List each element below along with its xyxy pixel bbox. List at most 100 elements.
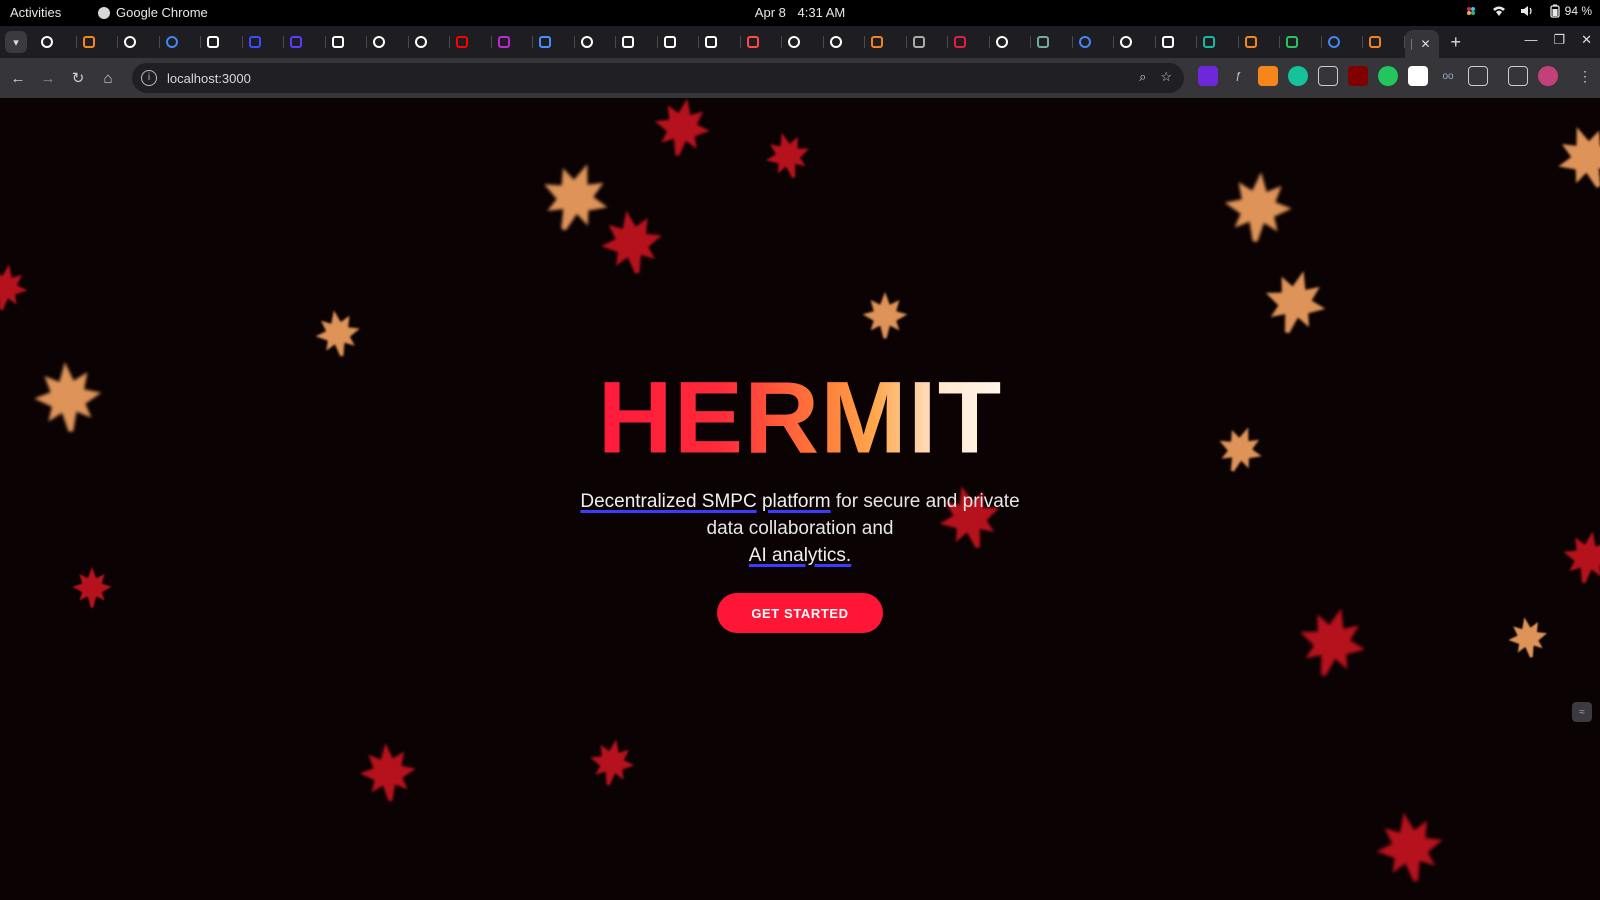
w-icon: [331, 36, 344, 48]
maple-leaf-icon: [862, 292, 908, 339]
close-window-icon[interactable]: ✕: [1581, 32, 1592, 48]
kebab-menu-icon[interactable]: ⋮: [1578, 68, 1592, 85]
arrow-right-icon: →: [40, 69, 56, 87]
back-button[interactable]: ←: [4, 64, 32, 92]
maple-leaf-icon: [359, 743, 416, 802]
tab[interactable]: [201, 30, 243, 54]
extension-purple-icon[interactable]: [1198, 66, 1218, 86]
google-icon: [165, 36, 178, 48]
extension-green-icon[interactable]: [1378, 66, 1398, 86]
tagline-link-smpc[interactable]: Decentralized SMPC: [580, 491, 756, 512]
get-started-button[interactable]: GET STARTED: [717, 593, 883, 633]
tab[interactable]: [699, 30, 741, 54]
triangle-icon: [705, 36, 717, 48]
tab[interactable]: [1197, 30, 1239, 54]
address-text[interactable]: localhost:3000: [167, 71, 251, 86]
forward-button[interactable]: →: [34, 64, 62, 92]
tab-search-button[interactable]: ▾: [5, 31, 27, 53]
github-icon: [124, 36, 136, 48]
tab[interactable]: [990, 30, 1032, 54]
zoom-icon[interactable]: ⌕: [1139, 69, 1146, 85]
tab[interactable]: [1073, 30, 1115, 54]
tab[interactable]: [450, 30, 492, 54]
tab[interactable]: [243, 30, 285, 54]
github-icon: [829, 36, 842, 48]
tab[interactable]: [533, 30, 575, 54]
m-circle-icon: [1203, 36, 1215, 48]
tab[interactable]: [865, 30, 907, 54]
maple-leaf-icon: [601, 210, 662, 274]
restore-icon[interactable]: ❐: [1553, 32, 1565, 48]
tab[interactable]: [1114, 30, 1156, 54]
grammarly-icon[interactable]: [1288, 66, 1308, 86]
extension-grid-icon[interactable]: [1408, 66, 1428, 86]
tab[interactable]: [1322, 30, 1364, 54]
maple-leaf-icon: [1376, 812, 1443, 882]
tagline-link-platform[interactable]: platform: [762, 491, 831, 512]
bookmark-star-icon[interactable]: ☆: [1160, 69, 1172, 85]
tab[interactable]: [658, 30, 700, 54]
doc-icon: [746, 36, 759, 48]
tab[interactable]: [907, 30, 949, 54]
tab[interactable]: [118, 30, 160, 54]
tab[interactable]: [284, 30, 326, 54]
reload-icon: ↻: [71, 70, 85, 87]
photo-icon: [539, 36, 551, 48]
tab[interactable]: [741, 30, 783, 54]
tab[interactable]: [824, 30, 866, 54]
w-icon: [1286, 36, 1298, 48]
dots-icon: [622, 36, 634, 48]
tab[interactable]: [575, 30, 617, 54]
maple-leaf-icon: [654, 98, 710, 156]
site-info-icon[interactable]: i: [141, 70, 157, 86]
side-panel-icon[interactable]: [1508, 66, 1528, 86]
date: Apr 8: [754, 5, 786, 20]
tab[interactable]: [1280, 30, 1322, 54]
tab[interactable]: [367, 30, 409, 54]
tab[interactable]: [160, 30, 202, 54]
tab[interactable]: [326, 30, 368, 54]
tab[interactable]: [948, 30, 990, 54]
record-icon: [954, 36, 966, 48]
tagline-link-ai[interactable]: AI analytics.: [749, 545, 851, 566]
address-bar[interactable]: i localhost:3000 ⌕ ☆: [132, 63, 1184, 93]
tab[interactable]: [409, 30, 451, 54]
tab[interactable]: [492, 30, 534, 54]
chatgpt-icon: [1037, 36, 1049, 48]
metamask-icon: [1244, 36, 1257, 48]
new-tab-button[interactable]: +: [1451, 32, 1462, 53]
avatar[interactable]: [1538, 66, 1558, 86]
extensions-puzzle-icon[interactable]: [1468, 66, 1488, 86]
battery-indicator: 94 %: [1548, 4, 1592, 18]
tab[interactable]: [1239, 30, 1281, 54]
tab-title: ▏: [1410, 38, 1415, 50]
close-tab-icon[interactable]: ✕: [1421, 37, 1431, 51]
tab[interactable]: [782, 30, 824, 54]
dev-tools-widget-icon[interactable]: ≈: [1572, 702, 1592, 722]
tab-active[interactable]: ▏ ✕: [1404, 30, 1439, 58]
stackoverflow-icon: [1369, 36, 1381, 48]
tab[interactable]: [35, 30, 77, 54]
system-tray[interactable]: 94 %: [1464, 4, 1592, 18]
system-top-bar: Activities Google Chrome Apr 8 4:31 AM 9…: [0, 0, 1600, 26]
tab[interactable]: [1031, 30, 1073, 54]
google-icon: [1327, 36, 1340, 48]
slack-icon: [1466, 7, 1475, 15]
extension-fx-icon[interactable]: ƒ: [1228, 66, 1248, 86]
reload-button[interactable]: ↻: [64, 64, 92, 92]
extensions-bar: ƒ oo: [1198, 66, 1558, 86]
battery-icon: [1549, 4, 1560, 18]
extension-glasses-icon[interactable]: oo: [1438, 66, 1458, 86]
extension-card-icon[interactable]: [1318, 66, 1338, 86]
tab[interactable]: [616, 30, 658, 54]
home-button[interactable]: ⌂: [94, 64, 122, 92]
metamask-icon[interactable]: [1258, 66, 1278, 86]
tab[interactable]: [1363, 30, 1405, 54]
page-viewport: HERMIT Decentralized SMPC platform for s…: [0, 98, 1600, 900]
clock[interactable]: Apr 8 4:31 AM: [0, 5, 1600, 20]
tab[interactable]: [1156, 30, 1198, 54]
volume-icon: [1520, 6, 1532, 16]
ublock-icon[interactable]: [1348, 66, 1368, 86]
tab[interactable]: [77, 30, 119, 54]
minimize-icon[interactable]: —: [1524, 32, 1537, 48]
